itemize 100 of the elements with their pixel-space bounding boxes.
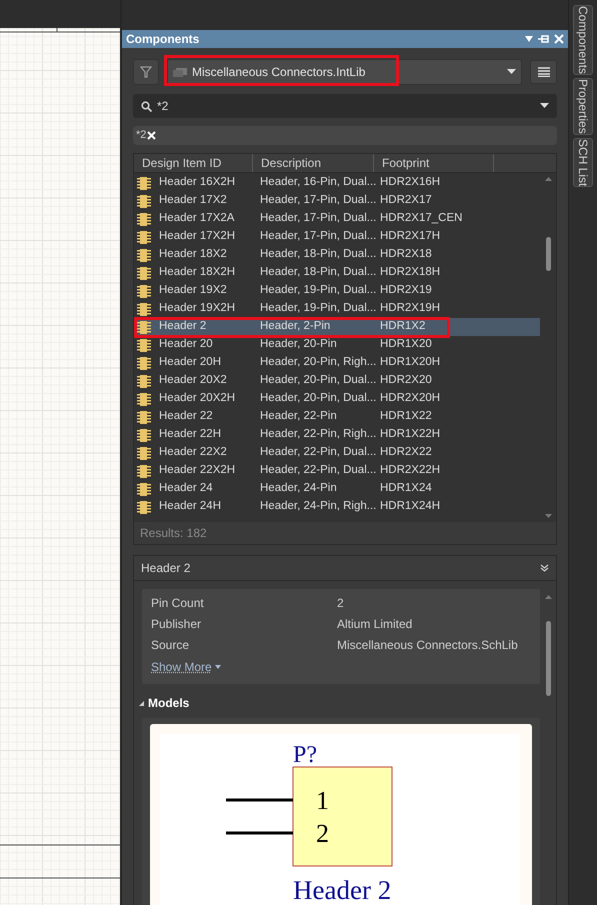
table-row[interactable]: Header 18X2H Header, 18-Pin, Dual... HDR2X18H [134, 264, 540, 282]
item-id: Header 24H [158, 499, 222, 514]
menu-icon [538, 67, 550, 77]
library-name: Miscellaneous Connectors.IntLib [192, 64, 366, 81]
table-row[interactable]: Header 16X2H Header, 16-Pin, Dual... HDR2X16H [134, 174, 540, 192]
close-icon[interactable] [554, 34, 564, 44]
item-footprint: HDR1X20H [380, 355, 440, 370]
component-icon [137, 230, 151, 244]
item-id: Header 22H [158, 427, 222, 442]
item-id: Header 22X2 [158, 445, 228, 460]
collapse-icon[interactable] [540, 564, 549, 572]
item-id: Header 17X2 [158, 193, 228, 208]
pin-icon[interactable] [538, 34, 550, 44]
item-id: Header 20H [158, 355, 222, 370]
item-id: Header 17X2A [158, 211, 236, 226]
item-id: Header 22X2H [158, 463, 236, 478]
item-footprint: HDR2X22 [380, 445, 432, 460]
pin-line [226, 832, 293, 834]
comment-label: Header 2 [293, 875, 392, 905]
side-tab[interactable]: Components [573, 5, 593, 76]
filter-button[interactable] [133, 59, 159, 85]
item-id: Header 24 [158, 481, 214, 496]
table-row[interactable]: Header 19X2 Header, 19-Pin, Dual... HDR2X19 [134, 282, 540, 300]
table-row[interactable]: Header 22H Header, 22-Pin, Righ... HDR1X22H [134, 426, 540, 444]
property-value: 2 [337, 594, 344, 612]
component-icon [137, 410, 151, 424]
item-description: Header, 20-Pin, Dual... [260, 373, 378, 388]
item-footprint: HDR2X18H [380, 265, 440, 280]
scroll-up-icon[interactable] [544, 177, 552, 181]
pin-number: 2 [316, 819, 329, 848]
item-footprint: HDR2X22H [380, 463, 440, 478]
search-field[interactable]: *2 [133, 94, 557, 118]
item-footprint: HDR2X19 [380, 283, 432, 298]
component-icon [137, 176, 151, 190]
table-row[interactable]: Header 17X2A Header, 17-Pin, Dual... HDR2X17_CEN [134, 210, 540, 228]
table-row[interactable]: Header 20 Header, 20-Pin HDR1X20 [134, 336, 540, 354]
item-description: Header, 20-Pin [260, 337, 338, 352]
filter-icon [140, 66, 152, 78]
item-description: Header, 18-Pin, Dual... [260, 247, 378, 262]
item-id: Header 20X2 [158, 373, 228, 388]
component-icon [137, 194, 151, 208]
table-row[interactable]: Header 20X2H Header, 20-Pin, Dual... HDR2X20H [134, 390, 540, 408]
item-footprint: HDR2X20 [380, 373, 432, 388]
item-footprint: HDR2X20H [380, 391, 440, 406]
scroll-up-icon[interactable] [544, 595, 552, 599]
table-row[interactable]: Header 17X2H Header, 17-Pin, Dual... HDR2X17H [134, 228, 540, 246]
column-header[interactable]: Design Item ID [134, 154, 253, 172]
component-icon [137, 302, 151, 316]
item-id: Header 19X2 [158, 283, 228, 298]
item-footprint: HDR1X2 [380, 319, 426, 334]
component-icon [137, 482, 151, 496]
component-icon [137, 374, 151, 388]
panel-title: Components [126, 31, 200, 48]
component-icon [137, 464, 151, 478]
item-description: Header, 22-Pin [260, 409, 338, 424]
item-description: Header, 20-Pin, Righ... [260, 355, 378, 370]
dropdown-icon[interactable] [524, 34, 534, 44]
item-id: Header 18X2H [158, 265, 236, 280]
table-row[interactable]: Header 22X2 Header, 22-Pin, Dual... HDR2X22 [134, 444, 540, 462]
expand-icon[interactable] [139, 700, 144, 706]
results-count: Results: 182 [140, 525, 207, 542]
show-more-link[interactable]: Show More [151, 658, 531, 676]
menu-button[interactable] [530, 60, 557, 84]
table-row[interactable]: Header 17X2 Header, 17-Pin, Dual... HDR2X17 [134, 192, 540, 210]
component-icon [137, 428, 151, 442]
details-title: Header 2 [141, 560, 190, 577]
column-header[interactable]: Description [253, 154, 374, 172]
table-row[interactable]: Header 24H Header, 24-Pin, Righ... HDR1X24H [134, 498, 540, 516]
item-id: Header 20 [158, 337, 214, 352]
table-row[interactable]: Header 20H Header, 20-Pin, Righ... HDR1X20H [134, 354, 540, 372]
component-icon [137, 212, 151, 226]
pin-number: 1 [316, 786, 329, 815]
item-footprint: HDR1X24H [380, 499, 440, 514]
item-description: Header, 24-Pin, Righ... [260, 499, 378, 514]
item-footprint: HDR2X16H [380, 175, 440, 190]
item-footprint: HDR1X20 [380, 337, 432, 352]
column-header[interactable]: Footprint [374, 154, 494, 172]
table-row[interactable]: Header 24 Header, 24-Pin HDR1X24 [134, 480, 540, 498]
scrollbar-thumb[interactable] [546, 621, 550, 696]
property-value: Altium Limited [337, 616, 412, 632]
item-description: Header, 24-Pin [260, 481, 338, 496]
table-row[interactable]: Header 19X2H Header, 19-Pin, Dual... HDR2X19H [134, 300, 540, 318]
side-tab[interactable]: SCH List [573, 138, 593, 188]
item-id: Header 19X2H [158, 301, 236, 316]
item-description: Header, 16-Pin, Dual... [260, 175, 378, 190]
component-icon [137, 248, 151, 262]
table-row[interactable]: Header 20X2 Header, 20-Pin, Dual... HDR2X20 [134, 372, 540, 390]
property-name: Source [151, 636, 190, 654]
item-footprint: HDR2X17_CEN [380, 211, 462, 226]
item-footprint: HDR2X18 [380, 247, 432, 262]
search-input[interactable]: *2 [157, 97, 535, 115]
table-row[interactable]: Header 22 Header, 22-Pin HDR1X22 [134, 408, 540, 426]
table-row[interactable]: Header 22X2H Header, 22-Pin, Dual... HDR2X22H [134, 462, 540, 480]
table-row[interactable]: Header 18X2 Header, 18-Pin, Dual... HDR2X18 [134, 246, 540, 264]
remove-icon[interactable] [147, 131, 156, 140]
side-tab[interactable]: Properties [573, 78, 593, 135]
scroll-down-icon[interactable] [544, 514, 552, 518]
component-icon [137, 392, 151, 406]
item-description: Header, 19-Pin, Dual... [260, 283, 378, 298]
item-description: Header, 19-Pin, Dual... [260, 301, 378, 316]
